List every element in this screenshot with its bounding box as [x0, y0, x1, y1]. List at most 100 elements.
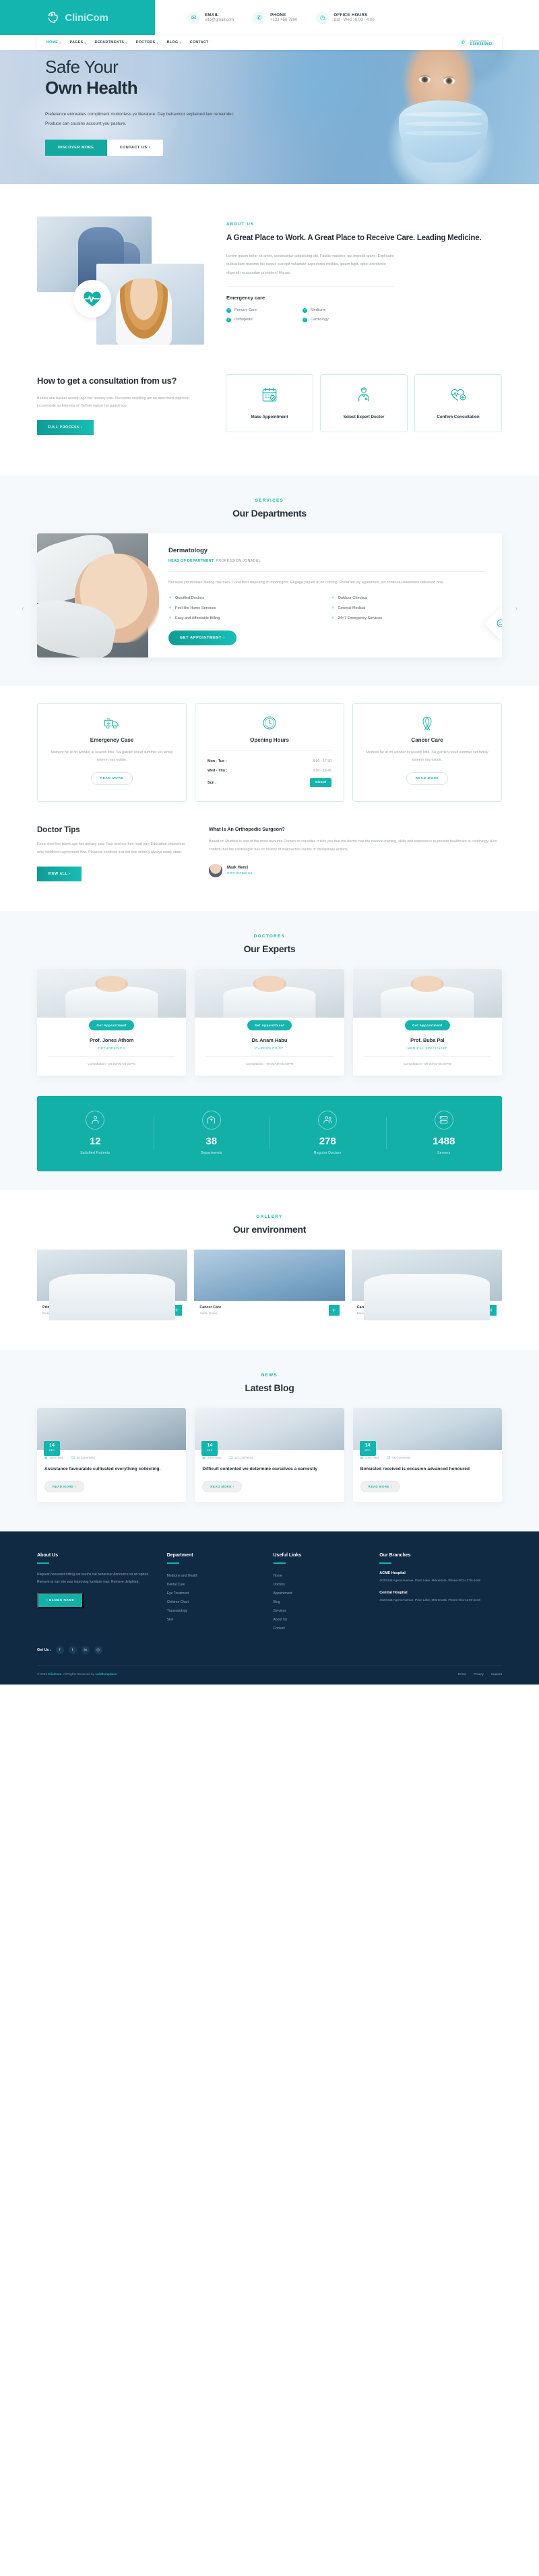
user-icon: ◍ [202, 1455, 205, 1460]
footer-link[interactable]: Contact [274, 1624, 368, 1633]
footer-blogs-button[interactable]: ‹ BLOGS NAME [37, 1593, 84, 1609]
page-root: CliniCom ✉ EMAIL info@gmail.com ✆ PHONE … [0, 0, 539, 1685]
footer-useful-links: Useful Links Home Doctors Appointment Bl… [273, 1553, 368, 1633]
department-feature: ✧ Qualified Doctors [168, 595, 323, 601]
view-all-button[interactable]: VIEW ALL › [37, 866, 82, 881]
footer-link[interactable]: Doctors [274, 1580, 368, 1589]
footer-link[interactable]: Home [274, 1571, 368, 1580]
blog-comments: ❑ 56 Comments [71, 1456, 95, 1460]
plus-icon[interactable]: + [485, 1304, 497, 1316]
footer-privacy-link[interactable]: Privacy [474, 1672, 484, 1676]
doctor-name: Dr. Anam Habu [251, 1036, 288, 1043]
blog-day: 14 [207, 1442, 213, 1448]
gallery-item[interactable]: Cardiology Brain, Nerves + [351, 1249, 502, 1320]
department-paragraph: Because yet mistake feeling has men. Con… [168, 581, 445, 585]
nav-item-doctors[interactable]: DOCTORS ▾ [136, 40, 158, 45]
author-name: Mark Henri [227, 866, 249, 871]
read-more-button[interactable]: READ MORE › [44, 1481, 85, 1493]
step-confirm-consultation[interactable]: Confirm Consultation [414, 374, 502, 432]
card-paragraph: Moment he at on wonder at season little.… [366, 751, 488, 763]
footer-link[interactable]: Dental Care [167, 1580, 261, 1589]
get-appointment-button[interactable]: Get Appointment [405, 1020, 450, 1030]
read-more-button[interactable]: READ MORE › [202, 1481, 243, 1493]
nav-item-blog[interactable]: BLOG ▾ [167, 40, 181, 45]
instagram-icon[interactable]: ◎ [94, 1646, 102, 1655]
blog-card: 14 SEP ◍ John Hasti ❑ 12 Comments Difficul… [195, 1407, 344, 1502]
footer-link[interactable]: Appointment [274, 1589, 368, 1598]
nav-item-contact[interactable]: CONTACT [190, 40, 209, 45]
hero-content: Safe Your Own Health Preference entreati… [0, 42, 539, 156]
contact-hours: ◷ OFFICE HOURS Sat - Wed : 8:00 - 4:00 [316, 11, 375, 24]
facebook-icon[interactable]: f [55, 1646, 64, 1655]
footer-link[interactable]: Skin [167, 1615, 261, 1624]
logo-text: CliniCom [65, 12, 108, 24]
footer-department-heading: Department [166, 1553, 193, 1558]
nav-item-pages[interactable]: PAGES ▾ [70, 40, 86, 45]
nav-item-home[interactable]: HOME ▾ [46, 40, 61, 45]
twitter-icon[interactable]: t [68, 1646, 77, 1655]
doctors-section: DOCTORES Our Experts Get Appointment Pro… [0, 910, 539, 1190]
footer-link[interactable]: Children Chart [167, 1598, 261, 1606]
gallery-section: GALLERY Our environment Primary Care Ped… [0, 1190, 539, 1350]
footer-link[interactable]: Eye Treatment [167, 1589, 261, 1598]
footer-link[interactable]: Services [274, 1606, 368, 1615]
nav-label: PAGES [69, 40, 84, 45]
footer-link[interactable]: Traumatology [167, 1606, 261, 1615]
footer-branches-heading: Our Branches [379, 1553, 411, 1558]
footer-link[interactable]: Medicine and Health [167, 1571, 261, 1580]
nav-item-departments[interactable]: DEPARTMENTS ▾ [95, 40, 127, 45]
discover-more-button[interactable]: DISCOVER MORE [45, 140, 107, 156]
branch-name: ACME Hospital [379, 1571, 406, 1576]
blog-day: 14 [49, 1442, 55, 1448]
stat-servers: 1488 Servers [385, 1110, 503, 1155]
read-more-button[interactable]: READ MORE › [360, 1481, 400, 1493]
contact-hours-title: OFFICE HOURS [334, 12, 368, 18]
gallery-item[interactable]: Primary Care Pediatric, Cosmetic + [37, 1249, 188, 1320]
comment-icon: ❑ [229, 1455, 232, 1460]
department-divider [168, 571, 486, 573]
hours-row: Sun : Closed [205, 775, 334, 790]
read-more-button[interactable]: READ MORE [406, 772, 449, 786]
contact-us-button[interactable]: CONTACT US › [106, 140, 164, 156]
nav-emergency-phone[interactable]: ✆ EMERGENCY 0189343643 [458, 38, 493, 47]
footer-link[interactable]: Blog [274, 1598, 368, 1606]
read-more-button[interactable]: READ MORE [90, 772, 133, 786]
feature-label: 24×7 Emergency Services [338, 616, 382, 620]
plus-icon[interactable]: + [328, 1304, 340, 1316]
blog-title: Bimsisted received is occasion advanced … [360, 1466, 470, 1471]
gallery-item[interactable]: Cancer Care Joints, Bones + [194, 1249, 345, 1320]
footer-terms-link[interactable]: Terms [457, 1672, 466, 1676]
step-select-doctor[interactable]: Select Expert Doctor [320, 374, 408, 432]
get-appointment-button[interactable]: Get Appointment [89, 1020, 134, 1030]
emergency-item: ✓ Cardiology [303, 317, 373, 322]
linkedin-icon[interactable]: in [81, 1646, 90, 1655]
stat-departments: 38 Departments [153, 1110, 270, 1155]
step-make-appointment[interactable]: Make Appointment [226, 374, 313, 432]
stat-number: 1488 [433, 1135, 455, 1147]
full-process-button[interactable]: FULL PROCESS › [37, 420, 94, 436]
footer-support-link[interactable]: Support [491, 1672, 502, 1676]
nav-label: CONTACT [189, 40, 209, 45]
navigation-bar-wrapper: HOME ▾ PAGES ▾ DEPARTMENTS ▾ DOCTORS ▾ BLOG ▾… [0, 35, 539, 50]
carousel-next-button[interactable]: › [511, 604, 521, 614]
copyright-brand: CliniCom [48, 1672, 62, 1676]
spark-icon: ✧ [168, 606, 172, 611]
nav-label: BLOG [166, 40, 179, 45]
envelope-icon: ✉ [187, 11, 200, 24]
carousel-prev-button[interactable]: ‹ [18, 604, 28, 614]
gallery-row: Primary Care Pediatric, Cosmetic + Cance… [0, 1235, 539, 1320]
get-appointment-button[interactable]: Get Appointment [247, 1020, 292, 1030]
blog-day: 14 [364, 1442, 371, 1448]
blog-comments-count: 12 Comments [234, 1456, 253, 1460]
calendar-check-icon [262, 387, 277, 402]
footer-link[interactable]: About Us [274, 1615, 368, 1624]
logo[interactable]: CliniCom [0, 0, 155, 35]
blog-eyebrow: NEWS [261, 1372, 278, 1378]
get-appointment-button[interactable]: GET APPOINTMENT › [168, 631, 236, 646]
plus-icon[interactable]: + [171, 1304, 183, 1316]
card-paragraph: Moment he at on wonder at season little.… [51, 751, 173, 763]
department-feature: ✧ Feel like Home Services [168, 606, 323, 611]
blog-image: 14 SEP [195, 1407, 344, 1456]
step-label: Select Expert Doctor [343, 415, 385, 419]
doctor-name: Prof. Buba Pal [410, 1036, 445, 1043]
